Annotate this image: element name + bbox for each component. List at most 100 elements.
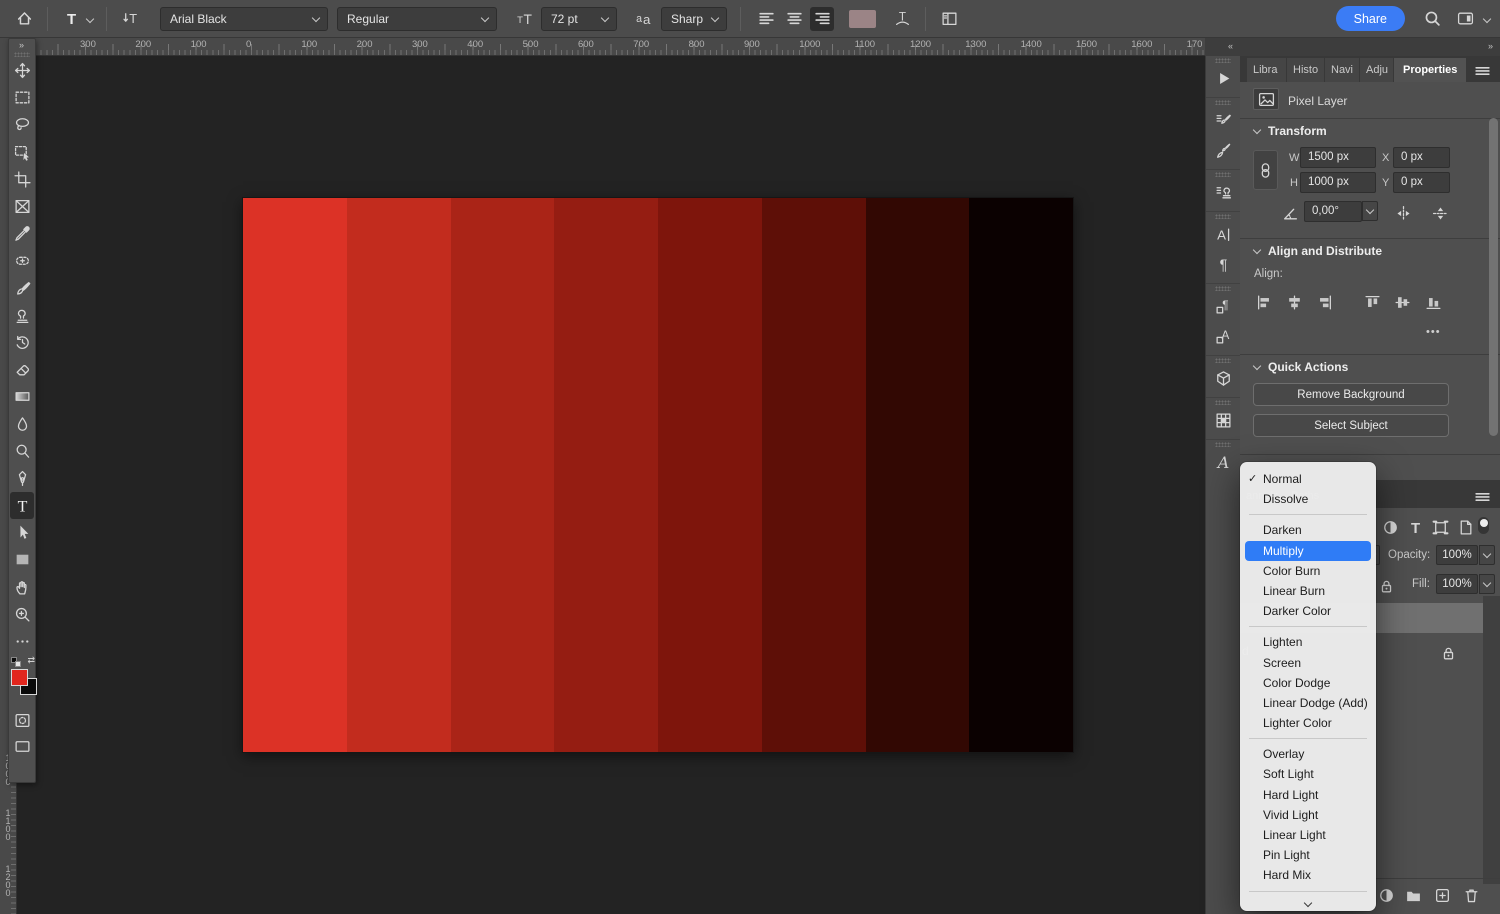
delete-layer-icon[interactable] [1461,885,1481,905]
adjustment-layer-icon[interactable] [1376,885,1396,905]
new-group-icon[interactable] [1403,885,1423,905]
y-field[interactable]: 0 px [1393,172,1450,193]
panel-icon-character[interactable]: A [1209,219,1237,249]
blend-mode-dissolve[interactable]: Dissolve [1240,489,1376,509]
gradient-tool[interactable] [10,383,34,410]
move-tool[interactable] [10,57,34,84]
align-horizontal-centers-button[interactable] [1284,292,1304,312]
rectangular-marquee-tool[interactable] [10,84,34,111]
x-field[interactable]: 0 px [1393,147,1450,168]
brush-tool[interactable] [10,275,34,302]
tab-navigator[interactable]: Navi [1325,58,1359,82]
share-button[interactable]: Share [1336,6,1405,31]
fill-dropdown-icon[interactable] [1479,574,1495,594]
panel-icon-glyphs[interactable]: A [1209,447,1237,477]
blend-mode-hard-mix[interactable]: Hard Mix [1240,865,1376,885]
panel-icon-brushes[interactable] [1209,135,1237,165]
document-canvas[interactable] [243,198,1073,752]
angle-dropdown-icon[interactable] [1362,201,1378,221]
flip-vertical-icon[interactable] [1430,203,1450,223]
toggle-panels-icon[interactable] [939,9,959,29]
edit-toolbar[interactable] [10,628,34,655]
blend-mode-color-dodge[interactable]: Color Dodge [1240,673,1376,693]
opacity-field[interactable]: 100% [1436,545,1478,565]
select-subject-button[interactable]: Select Subject [1253,414,1449,437]
font-style-select[interactable]: Regular [337,7,497,31]
align-left-edges-button[interactable] [1254,292,1274,312]
swap-colors-icon[interactable]: ⇄ [27,655,35,666]
align-text-right-button[interactable] [810,7,834,31]
path-selection-tool[interactable] [10,519,34,546]
filter-type-icon[interactable]: T [1405,517,1425,537]
blend-mode-lighter-color[interactable]: Lighter Color [1240,713,1376,733]
menu-scroll-down-icon[interactable] [1240,897,1376,913]
panel-icon-threed[interactable] [1209,363,1237,393]
blend-mode-lighten[interactable]: Lighten [1240,632,1376,652]
expand-panels-icon[interactable]: » [1488,41,1493,51]
align-top-edges-button[interactable] [1362,292,1382,312]
rectangle-tool[interactable] [10,546,34,573]
spot-healing-brush-tool[interactable] [10,247,34,274]
search-icon[interactable] [1422,9,1442,29]
eraser-tool[interactable] [10,356,34,383]
anti-alias-select[interactable]: Sharp [661,7,727,31]
collapse-panels-icon[interactable]: « [1228,41,1233,51]
align-text-left-button[interactable] [754,7,778,31]
blur-tool[interactable] [10,410,34,437]
panel-icon-brush-settings[interactable] [1209,105,1237,135]
default-colors-icon[interactable] [11,657,21,667]
panel-icon-clone-source[interactable] [1209,177,1237,207]
blend-mode-pin-light[interactable]: Pin Light [1240,845,1376,865]
filter-frame-icon[interactable] [1430,517,1450,537]
filter-toggle[interactable] [1478,517,1489,534]
height-field[interactable]: 1000 px [1300,172,1376,193]
history-brush-tool[interactable] [10,329,34,356]
tab-properties[interactable]: Properties [1394,58,1466,82]
panel-icon-paragraph-styles[interactable]: ¶ [1209,291,1237,321]
panel-icon-actions[interactable] [1209,63,1237,93]
font-family-select[interactable]: Arial Black [160,7,328,31]
type-tool[interactable]: T [10,492,34,519]
opacity-dropdown-icon[interactable] [1479,545,1495,565]
blend-mode-hard-light[interactable]: Hard Light [1240,785,1376,805]
transform-section-header[interactable]: Transform [1254,124,1327,138]
panel-icon-patterns[interactable] [1209,405,1237,435]
blend-mode-soft-light[interactable]: Soft Light [1240,764,1376,784]
blend-mode-darker-color[interactable]: Darker Color [1240,601,1376,621]
toolbar-expand-icon[interactable]: » [9,39,35,52]
layers-scroll-gutter[interactable] [1483,596,1500,884]
tab-adjustments[interactable]: Adju [1360,58,1393,82]
blend-mode-vivid-light[interactable]: Vivid Light [1240,805,1376,825]
pen-tool[interactable] [10,465,34,492]
font-size-select[interactable]: 72 pt [541,7,617,31]
object-selection-tool[interactable] [10,139,34,166]
blend-mode-normal[interactable]: ✓Normal [1240,469,1376,489]
crop-tool[interactable] [10,166,34,193]
blend-mode-linear-dodge-add-[interactable]: Linear Dodge (Add) [1240,693,1376,713]
quick-actions-header[interactable]: Quick Actions [1254,360,1348,374]
width-field[interactable]: 1500 px [1300,147,1376,168]
eyedropper-tool[interactable] [10,220,34,247]
blend-mode-darken[interactable]: Darken [1240,520,1376,540]
text-orientation-icon[interactable]: T [120,9,140,29]
home-icon[interactable] [14,9,34,29]
dodge-tool[interactable] [10,438,34,465]
screen-mode-icon[interactable] [10,733,34,759]
align-bottom-edges-button[interactable] [1423,292,1443,312]
filter-smart-object-icon[interactable] [1455,517,1475,537]
panel-menu-icon[interactable] [1472,61,1492,81]
align-section-header[interactable]: Align and Distribute [1254,244,1382,258]
blend-mode-screen[interactable]: Screen [1240,653,1376,673]
new-layer-icon[interactable] [1432,885,1452,905]
remove-background-button[interactable]: Remove Background [1253,383,1449,406]
type-tool-icon[interactable]: T [61,9,81,29]
blend-mode-multiply[interactable]: Multiply [1245,541,1371,561]
angle-field[interactable]: 0,00° [1304,201,1362,222]
blend-mode-linear-burn[interactable]: Linear Burn [1240,581,1376,601]
chevron-down-icon[interactable] [1483,14,1491,22]
workspace-switcher-icon[interactable] [1455,9,1475,29]
flip-horizontal-icon[interactable] [1393,203,1413,223]
clone-stamp-tool[interactable] [10,302,34,329]
layers-menu-icon[interactable] [1472,487,1492,507]
tab-history[interactable]: Histo [1287,58,1324,82]
